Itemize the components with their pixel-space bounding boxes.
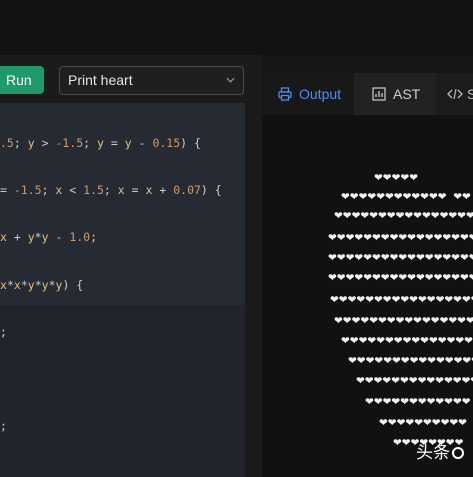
output-line: ❤❤❤❤❤❤❤❤❤❤❤❤❤❤❤❤❤❤: [334, 315, 473, 327]
tab-ast[interactable]: AST: [354, 73, 436, 115]
printer-icon: [278, 87, 292, 101]
chart-icon: [372, 87, 386, 101]
code-line: x*x*y*y*y) {: [0, 277, 84, 292]
panel-divider[interactable]: [245, 103, 262, 477]
output-line: ❤❤❤❤❤❤❤❤❤❤❤❤ ❤❤: [341, 191, 471, 203]
run-button[interactable]: Run: [0, 66, 44, 94]
output-line: ❤❤❤❤❤❤❤❤❤❤❤❤: [365, 396, 471, 408]
output-line: ❤❤❤❤❤❤❤❤❤❤❤❤❤❤❤❤❤: [341, 335, 473, 347]
tab-output-label: Output: [299, 86, 342, 102]
output-line: ❤❤❤❤❤❤❤❤❤❤❤❤❤❤❤❤❤❤❤: [330, 294, 473, 306]
output-line: ❤❤❤❤❤❤❤❤❤❤: [379, 417, 467, 429]
example-select[interactable]: Print heart: [59, 66, 244, 95]
code-line: ;: [0, 419, 7, 434]
watermark: 头条: [416, 440, 473, 466]
code-lines: .5; y > -1.5; y = y - 0.15) { = -1.5; x …: [0, 106, 245, 450]
tab-output[interactable]: Output: [262, 73, 354, 115]
output-line: ❤❤❤❤❤: [374, 172, 418, 184]
code-line: = -1.5; x < 1.5; x = x + 0.07) {: [0, 183, 222, 198]
tab-source-label: S: [467, 86, 473, 102]
output-line: ❤❤❤❤❤❤❤❤❤❤❤❤❤❤❤❤❤: [334, 210, 473, 222]
code-line: ;: [0, 324, 7, 339]
example-select-value: Print heart: [68, 72, 133, 88]
tab-source[interactable]: S: [436, 73, 473, 115]
output-line: ❤❤❤❤❤❤❤❤❤❤❤❤❤❤❤❤❤❤❤: [328, 232, 473, 244]
output-line: ❤❤❤❤❤❤❤❤❤❤❤❤❤❤❤❤❤❤❤: [328, 272, 473, 284]
output-line: ❤❤❤❤❤❤❤❤❤❤❤❤❤❤❤❤❤❤❤: [328, 252, 473, 264]
chevron-down-icon: [226, 77, 235, 83]
output-line: ❤❤❤❤❤❤❤❤❤❤❤❤❤❤: [356, 375, 473, 387]
code-line: x + y*y - 1.0;: [0, 230, 98, 245]
app-header: [0, 0, 473, 55]
code-icon: [447, 88, 463, 100]
output-line: ❤❤❤❤❤❤❤❤❤❤❤❤❤❤❤❤: [348, 355, 473, 367]
code-line: .5; y > -1.5; y = y - 0.15) {: [0, 136, 201, 150]
at-icon: [452, 447, 464, 459]
tab-ast-label: AST: [393, 86, 421, 102]
